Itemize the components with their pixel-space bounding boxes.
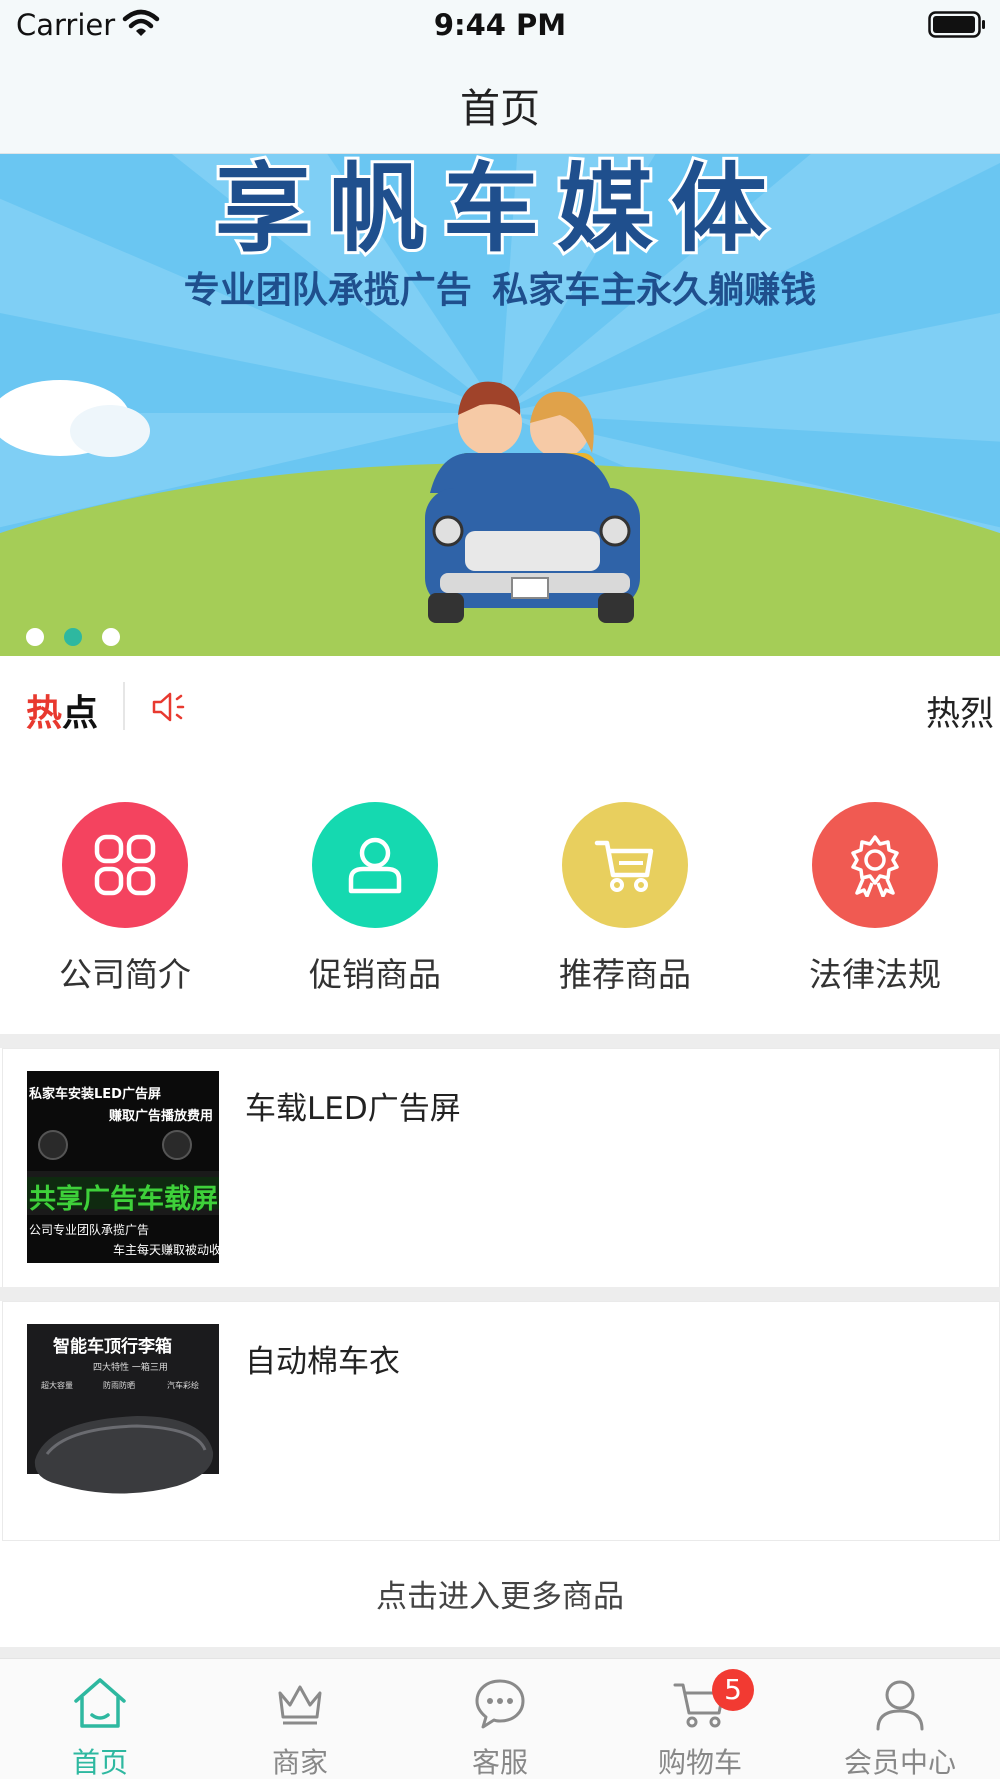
tab-label: 首页	[71, 1746, 128, 1779]
category-recommended[interactable]: 推荐商品	[500, 802, 750, 996]
tab-customer-service[interactable]: 客服	[400, 1659, 600, 1779]
category-circle	[812, 802, 938, 928]
section-separator	[0, 1647, 1000, 1658]
thumbnail-caption: 汽车彩绘	[167, 1381, 199, 1390]
thumbnail-caption: 四大特性 一箱三用	[93, 1363, 168, 1373]
product-thumbnail[interactable]: 智能车顶行李箱 四大特性 一箱三用 超大容量 防雨防晒 汽车彩绘	[27, 1324, 219, 1516]
category-label: 公司简介	[59, 955, 191, 994]
hot-label-red: 热	[26, 693, 63, 734]
section-separator	[0, 1287, 1000, 1301]
speaker-icon	[152, 692, 185, 722]
hot-label-black: 点	[62, 693, 99, 734]
ticker-text[interactable]: 热烈	[926, 686, 994, 735]
thumbnail-caption: 私家车安装LED广告屏	[29, 1087, 161, 1102]
thumbnail-caption: 防雨防晒	[103, 1381, 135, 1390]
banner-subtitle: 专业团队承揽广告 私家车主永久躺赚钱	[183, 270, 817, 311]
top-bar: Carrier 9:44 PM 首页	[0, 0, 1000, 154]
category-laws[interactable]: 法律法规	[750, 802, 1000, 996]
category-circle	[62, 802, 188, 928]
product-thumbnail[interactable]: 私家车安装LED广告屏 赚取广告播放费用 共享广告车载屏 公司专业团队承揽广告 …	[27, 1071, 219, 1263]
home-icon	[74, 1678, 126, 1728]
category-label: 推荐商品	[559, 955, 691, 994]
thumbnail-caption: 共享广告车载屏	[29, 1184, 218, 1215]
section-separator	[0, 1034, 1000, 1048]
tab-member-center[interactable]: 会员中心	[800, 1659, 1000, 1779]
tab-label: 商家	[271, 1746, 328, 1779]
category-promotions[interactable]: 促销商品	[250, 802, 500, 996]
page-title: 首页	[460, 86, 540, 132]
thumbnail-caption: 智能车顶行李箱	[53, 1337, 172, 1357]
tab-bar: 首页 商家 客服 5 购物车 会员中心	[0, 1658, 1000, 1779]
category-label: 法律法规	[809, 955, 941, 994]
tab-label: 会员中心	[843, 1746, 956, 1779]
crown-icon	[278, 1685, 322, 1725]
product-card[interactable]: 私家车安装LED广告屏 赚取广告播放费用 共享广告车载屏 公司专业团队承揽广告 …	[2, 1048, 1000, 1288]
thumbnail-caption: 公司专业团队承揽广告	[29, 1223, 150, 1237]
hot-ticker[interactable]: 热点 热烈	[0, 656, 1000, 753]
product-card[interactable]: 智能车顶行李箱 四大特性 一箱三用 超大容量 防雨防晒 汽车彩绘 自动棉车衣	[2, 1301, 1000, 1541]
tab-home[interactable]: 首页	[0, 1659, 200, 1779]
tab-label: 客服	[471, 1746, 528, 1779]
award-icon	[851, 835, 899, 897]
product-title[interactable]: 车载LED广告屏	[245, 1083, 461, 1128]
thumbnail-caption: 超大容量	[41, 1381, 73, 1390]
product-title[interactable]: 自动棉车衣	[245, 1336, 400, 1381]
cart-badge: 5	[712, 1669, 754, 1711]
carousel-dot-active[interactable]	[64, 628, 82, 646]
thumbnail-caption: 车主每天赚取被动收	[113, 1243, 219, 1257]
battery-icon	[928, 11, 985, 38]
category-label: 促销商品	[309, 955, 441, 994]
status-time: 9:44 PM	[433, 8, 567, 42]
tab-label: 购物车	[657, 1746, 742, 1779]
more-products-link[interactable]: 点击进入更多商品	[0, 1547, 1000, 1647]
chat-icon	[475, 1679, 525, 1729]
thumbnail-caption: 赚取广告播放费用	[109, 1109, 214, 1124]
carousel-dot[interactable]	[102, 628, 120, 646]
banner-heading: 享帆车媒体	[212, 153, 785, 268]
category-company-intro[interactable]: 公司简介	[0, 802, 250, 996]
carousel-dots[interactable]	[26, 628, 140, 646]
grid-icon	[94, 834, 156, 896]
ticker-divider	[123, 682, 125, 730]
carousel-dot[interactable]	[26, 628, 44, 646]
category-grid: 公司简介 促销商品 推荐商品 法律法规	[0, 752, 1000, 1034]
person-icon	[876, 1680, 924, 1731]
tab-cart[interactable]: 5 购物车	[600, 1659, 800, 1779]
category-circle	[312, 802, 438, 928]
hot-label: 热点	[26, 684, 98, 736]
tab-merchants[interactable]: 商家	[200, 1659, 400, 1779]
cart-icon	[594, 840, 654, 892]
user-icon	[348, 837, 402, 894]
banner-carousel[interactable]: 享帆车媒体 专业团队承揽广告 私家车主永久躺赚钱	[0, 153, 1000, 656]
category-circle	[562, 802, 688, 928]
